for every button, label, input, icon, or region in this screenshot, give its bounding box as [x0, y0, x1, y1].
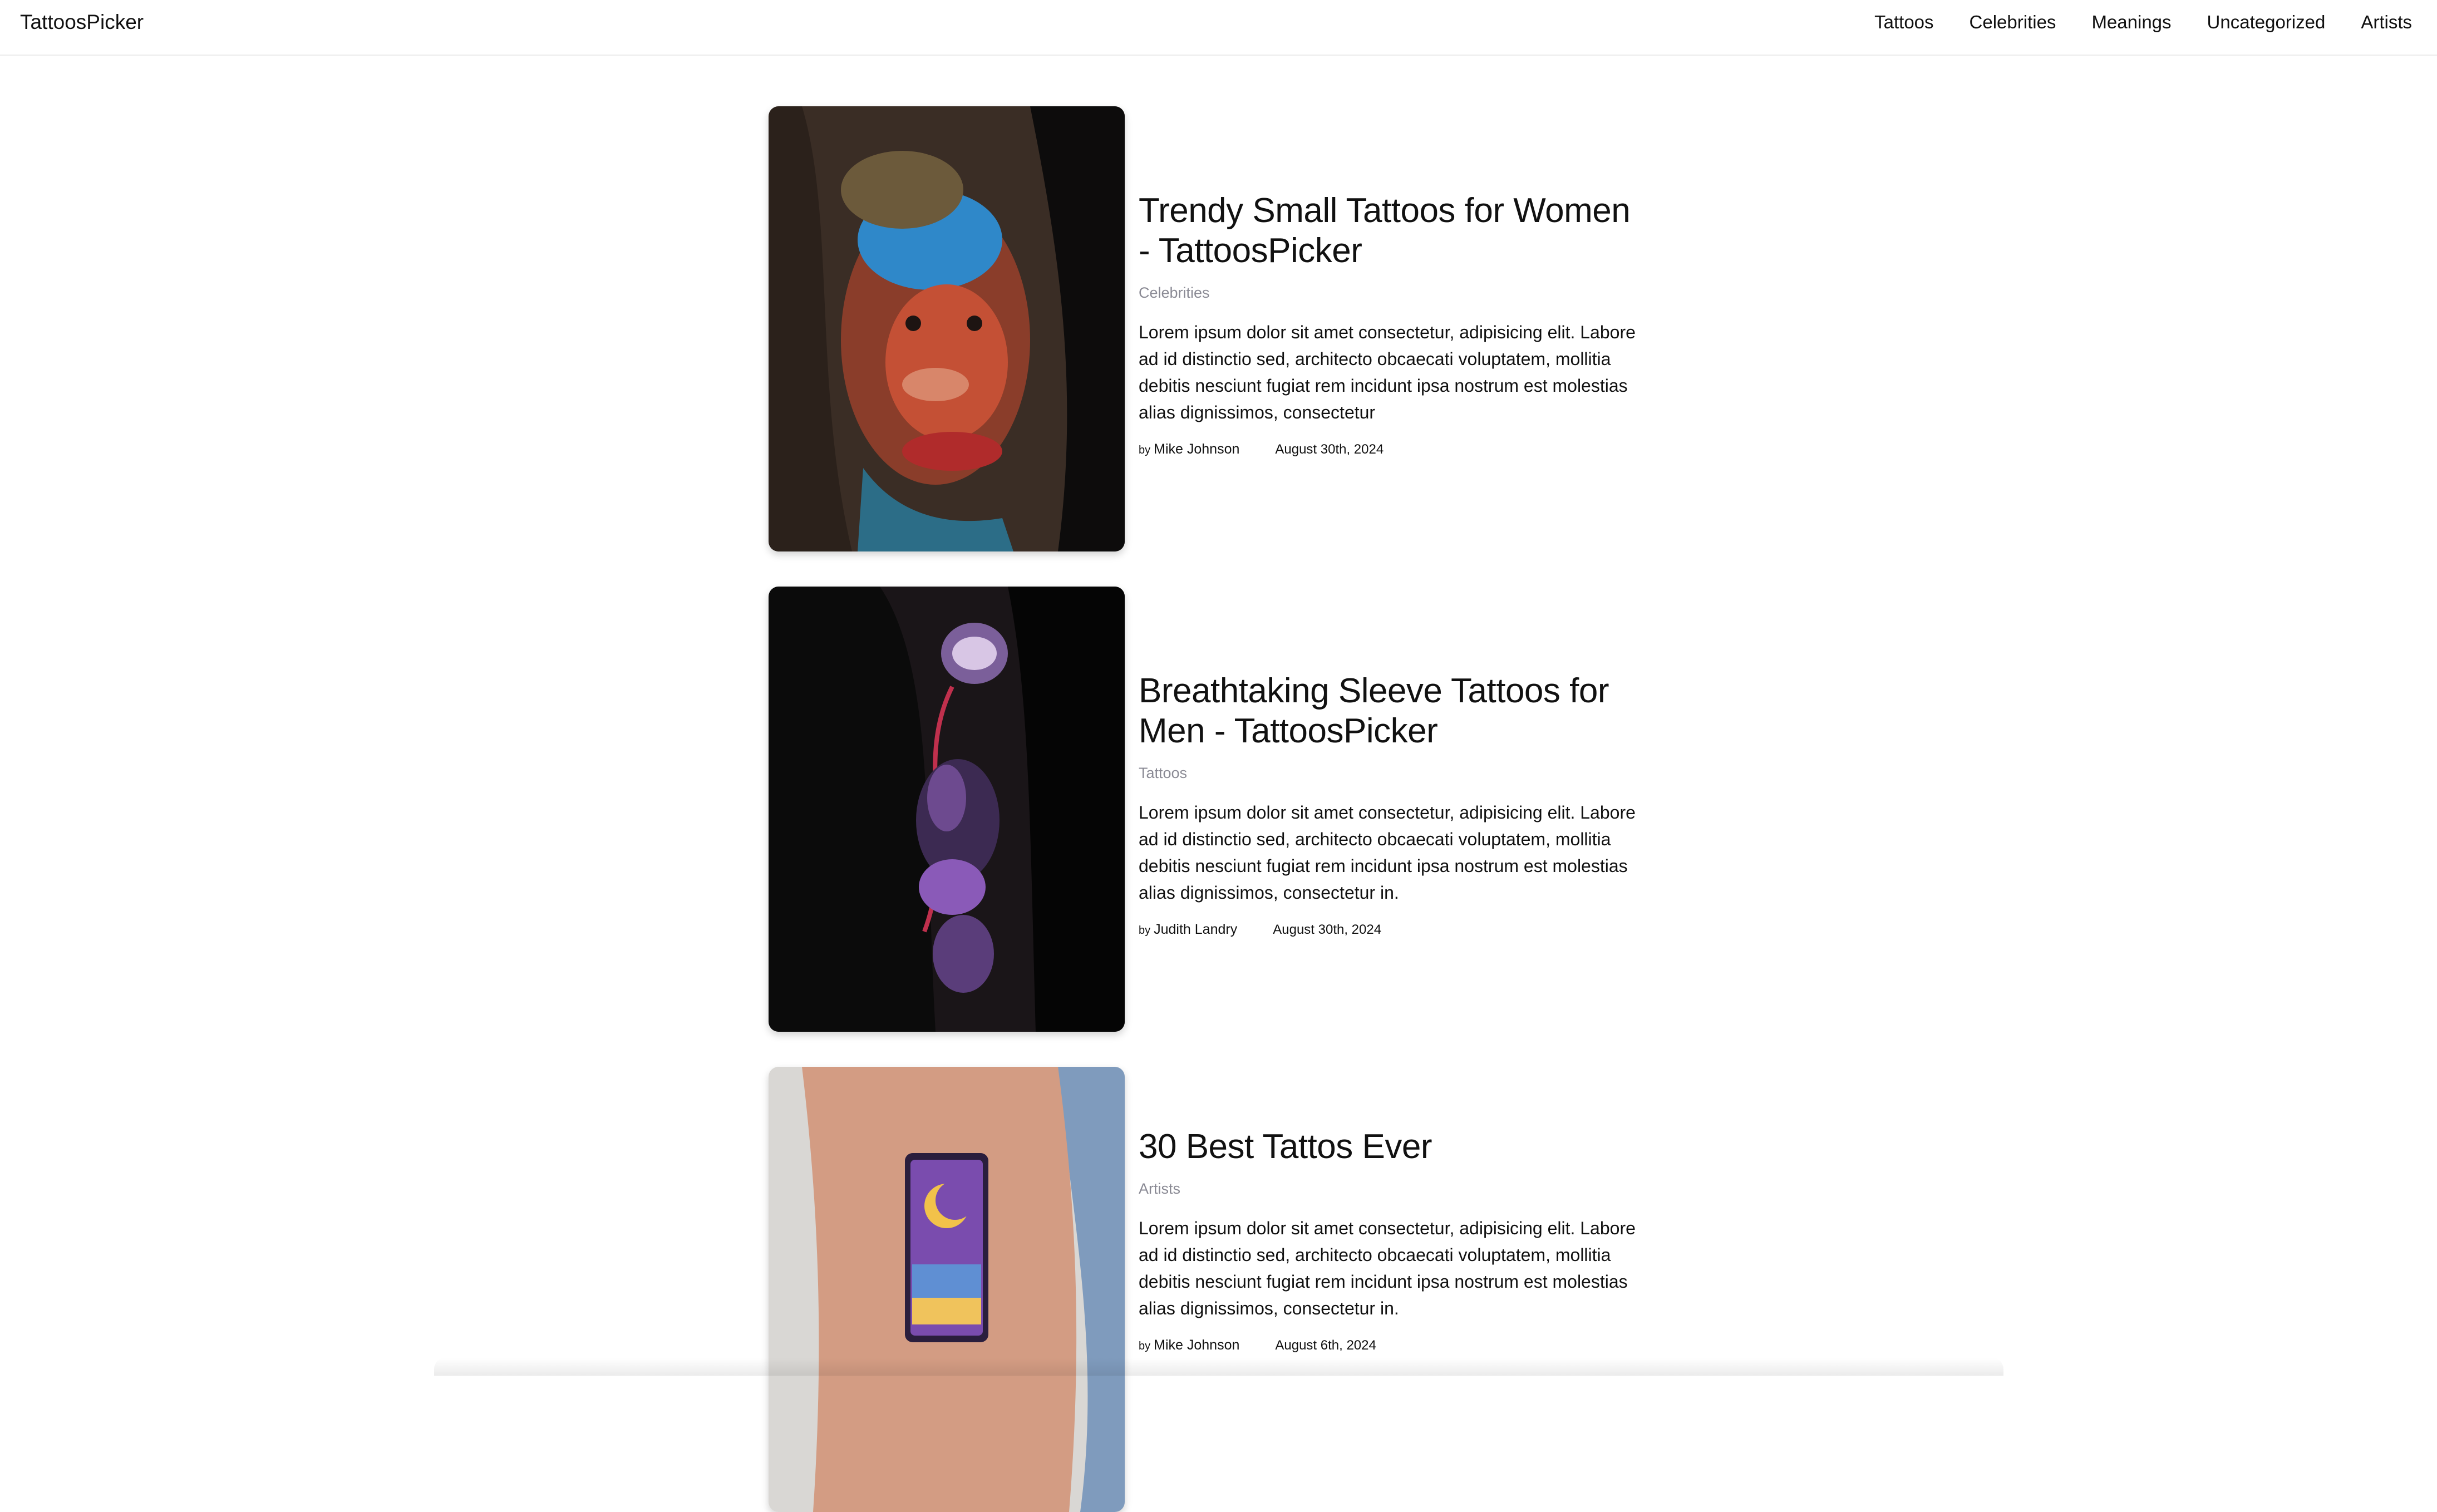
by-label: by — [1139, 444, 1151, 456]
post-meta: by Judith Landry August 30th, 2024 — [1139, 920, 1640, 939]
post-category[interactable]: Tattoos — [1139, 764, 1640, 782]
post-date: August 6th, 2024 — [1275, 1338, 1376, 1353]
by-label: by — [1139, 924, 1151, 937]
post-thumbnail[interactable] — [769, 1067, 1125, 1512]
post-category[interactable]: Celebrities — [1139, 283, 1640, 302]
post-date: August 30th, 2024 — [1273, 922, 1382, 937]
main-nav: Tattoos Celebrities Meanings Uncategoriz… — [1839, 9, 2412, 35]
post-thumbnail[interactable] — [769, 587, 1125, 1032]
post-content: Breathtaking Sleeve Tattoos for Men - Ta… — [1139, 671, 1640, 939]
post-title[interactable]: Trendy Small Tattoos for Women - Tattoos… — [1139, 191, 1640, 271]
nav-item-uncategorized[interactable]: Uncategorized — [2207, 9, 2326, 35]
nav-item-celebrities[interactable]: Celebrities — [1970, 9, 2056, 35]
nav-item-meanings[interactable]: Meanings — [2091, 9, 2171, 35]
post-meta: by Mike Johnson August 30th, 2024 — [1139, 440, 1640, 459]
post-meta: by Mike Johnson August 6th, 2024 — [1139, 1336, 1640, 1355]
post-excerpt: Lorem ipsum dolor sit amet consectetur, … — [1139, 322, 1636, 422]
post-title[interactable]: 30 Best Tattos Ever — [1139, 1127, 1640, 1167]
nav-item-artists[interactable]: Artists — [2361, 9, 2412, 35]
post-author[interactable]: Mike Johnson — [1154, 1336, 1239, 1354]
post-category[interactable]: Artists — [1139, 1179, 1640, 1198]
post-thumbnail-image — [769, 106, 1125, 551]
post-excerpt: Lorem ipsum dolor sit amet consectetur, … — [1139, 1218, 1636, 1318]
post-date: August 30th, 2024 — [1275, 442, 1384, 457]
post-title[interactable]: Breathtaking Sleeve Tattoos for Men - Ta… — [1139, 671, 1640, 751]
post-content: Trendy Small Tattoos for Women - Tattoos… — [1139, 191, 1640, 459]
nav-item-tattoos[interactable]: Tattoos — [1874, 9, 1933, 35]
post-thumbnail-image — [769, 587, 1125, 1032]
site-logo-link[interactable]: TattoosPicker — [20, 9, 144, 35]
by-label: by — [1139, 1340, 1151, 1352]
post-content: 30 Best Tattos Ever Artists Lorem ipsum … — [1139, 1127, 1640, 1355]
post-author[interactable]: Mike Johnson — [1154, 440, 1239, 458]
post-thumbnail[interactable] — [769, 106, 1125, 551]
post-excerpt: Lorem ipsum dolor sit amet consectetur, … — [1139, 802, 1636, 903]
site-header: TattoosPicker Tattoos Celebrities Meanin… — [0, 0, 2437, 56]
bottom-shadow — [434, 1358, 2003, 1376]
post-author[interactable]: Judith Landry — [1154, 920, 1237, 938]
post-thumbnail-image — [769, 1067, 1125, 1512]
